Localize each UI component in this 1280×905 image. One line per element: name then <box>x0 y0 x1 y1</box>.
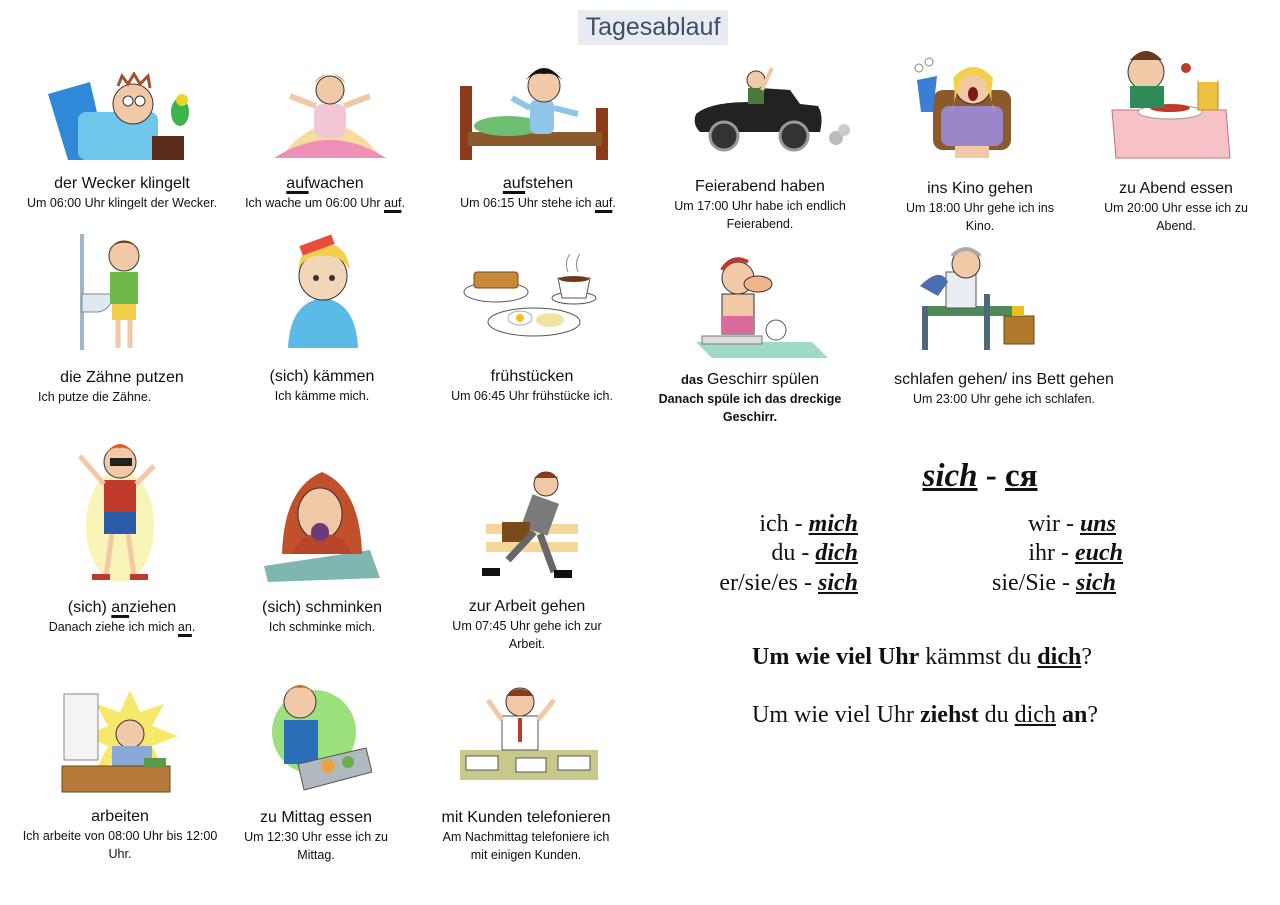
activity-card: aufstehen Um 06:15 Uhr stehe ich auf. <box>440 174 636 212</box>
activity-heading: schlafen gehen/ ins Bett gehen <box>894 371 1114 388</box>
activity-card: (sich) anziehen Danach ziehe ich mich an… <box>22 598 222 636</box>
pronoun-er-sie-es: er/sie/es - sich <box>719 570 858 596</box>
pronoun-du: du - dich <box>771 540 858 566</box>
activity-sentence: Um 12:30 Uhr esse ich zu Mittag. <box>244 830 388 862</box>
working-illustration <box>60 688 180 796</box>
activity-heading: aufwachen <box>286 175 364 192</box>
activity-card: die Zähne putzen Ich putze die Zähne. <box>22 368 222 406</box>
activity-sentence: Ich wache um 06:00 Uhr auf. <box>245 196 405 210</box>
activity-sentence: Um 20:00 Uhr esse ich zu Abend. <box>1104 201 1248 233</box>
question-2: Um wie viel Uhr ziehst du dich an? <box>752 702 1098 728</box>
pronoun-ich: ich - mich <box>759 511 858 537</box>
activity-heading: (sich) schminken <box>261 599 383 616</box>
going-to-bed-illustration <box>900 246 1042 352</box>
activity-card: zur Arbeit gehen Um 07:45 Uhr gehe ich z… <box>432 597 622 653</box>
activity-sentence: Um 06:15 Uhr stehe ich auf. <box>460 196 616 210</box>
activity-card: zu Mittag essen Um 12:30 Uhr esse ich zu… <box>232 808 400 864</box>
waking-up-illustration <box>270 62 390 160</box>
activity-heading: das Geschirr spülen <box>680 371 820 388</box>
activity-heading: zu Abend essen <box>1119 180 1233 197</box>
car-illustration <box>690 58 855 162</box>
activity-card: ins Kino gehen Um 18:00 Uhr gehe ich ins… <box>885 179 1075 235</box>
dinner-illustration <box>1108 46 1232 162</box>
activity-sentence: Um 18:00 Uhr gehe ich ins Kino. <box>906 201 1054 233</box>
activity-sentence: Danach ziehe ich mich an. <box>48 620 196 634</box>
activity-card: zu Abend essen Um 20:00 Uhr esse ich zu … <box>1084 179 1268 235</box>
lunch-illustration <box>268 676 372 796</box>
activity-card: der Wecker klingelt Um 06:00 Uhr klingel… <box>16 174 228 212</box>
activity-sentence: Um 23:00 Uhr gehe ich schlafen. <box>912 392 1096 406</box>
activity-card: schlafen gehen/ ins Bett gehen Um 23:00 … <box>872 370 1136 408</box>
activity-sentence: Danach spüle ich das dreckige Geschirr. <box>658 392 842 424</box>
pronoun-ihr: ihr - euch <box>1028 540 1123 566</box>
activity-heading: zur Arbeit gehen <box>468 598 586 615</box>
activity-heading: die Zähne putzen <box>60 369 184 386</box>
activity-sentence: Ich putze die Zähne. <box>38 390 152 404</box>
reflexive-heading: sich - ся <box>922 458 1038 494</box>
activity-sentence: Ich arbeite von 08:00 Uhr bis 12:00 Uhr. <box>22 829 218 861</box>
activity-card: (sich) schminken Ich schminke mich. <box>232 598 412 636</box>
activity-card: mit Kunden telefonieren Am Nachmittag te… <box>426 808 626 864</box>
activity-heading: frühstücken <box>490 368 574 385</box>
activity-sentence: Um 17:00 Uhr habe ich endlich Feierabend… <box>674 199 846 231</box>
getting-up-illustration <box>458 62 610 162</box>
combing-hair-illustration <box>280 232 366 348</box>
activity-sentence: Um 06:45 Uhr frühstücke ich. <box>451 389 613 403</box>
activity-heading: Feierabend haben <box>695 178 825 195</box>
breakfast-illustration <box>462 242 602 342</box>
pronoun-sie-Sie: sie/Sie - sich <box>991 570 1116 596</box>
activity-sentence: Ich schminke mich. <box>268 620 376 634</box>
brushing-teeth-illustration <box>78 232 156 354</box>
activity-heading: ins Kino gehen <box>927 180 1033 197</box>
alarm-clock-illustration <box>48 72 198 164</box>
activity-heading: aufstehen <box>502 175 574 192</box>
activity-card: das Geschirr spülen Danach spüle ich das… <box>652 370 848 426</box>
activity-heading: (sich) kämmen <box>269 368 375 385</box>
activity-card: arbeiten Ich arbeite von 08:00 Uhr bis 1… <box>22 807 218 863</box>
getting-dressed-illustration <box>70 436 162 584</box>
activity-sentence: Um 06:00 Uhr klingelt der Wecker. <box>26 196 218 210</box>
pronoun-wir: wir - uns <box>1027 511 1116 537</box>
telephoning-illustration <box>458 686 600 788</box>
activity-heading: der Wecker klingelt <box>54 175 190 192</box>
going-to-work-illustration <box>478 468 578 590</box>
page-title: Tagesablauf <box>578 10 728 45</box>
activity-card: aufwachen Ich wache um 06:00 Uhr auf. <box>232 174 418 212</box>
washing-dishes-illustration <box>692 246 830 358</box>
activity-card: Feierabend haben Um 17:00 Uhr habe ich e… <box>660 177 860 233</box>
cinema-illustration <box>905 50 1020 162</box>
activity-card: frühstücken Um 06:45 Uhr frühstücke ich. <box>432 367 632 405</box>
activity-sentence: Um 07:45 Uhr gehe ich zur Arbeit. <box>452 619 602 651</box>
activity-heading: (sich) anziehen <box>67 599 177 616</box>
activity-sentence: Am Nachmittag telefoniere ich mit einige… <box>442 830 610 862</box>
activity-heading: mit Kunden telefonieren <box>441 809 611 826</box>
activity-heading: zu Mittag essen <box>259 809 373 826</box>
activity-card: (sich) kämmen Ich kämme mich. <box>232 367 412 405</box>
activity-sentence: Ich kämme mich. <box>274 389 370 403</box>
activity-heading: arbeiten <box>91 808 149 825</box>
question-1: Um wie viel Uhr kämmst du dich? <box>752 644 1092 670</box>
makeup-illustration <box>262 458 380 584</box>
